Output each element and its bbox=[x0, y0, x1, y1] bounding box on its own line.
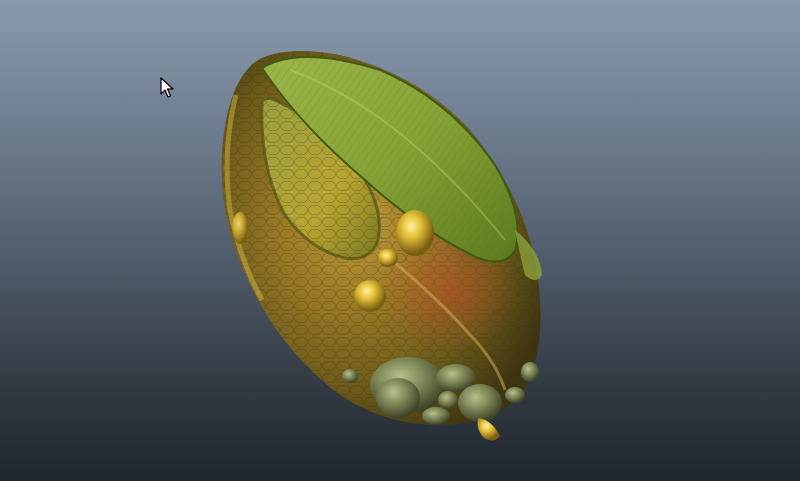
nodule bbox=[342, 369, 358, 383]
nodule bbox=[505, 387, 525, 403]
seed-pod-model[interactable] bbox=[0, 0, 800, 481]
3d-viewport[interactable] bbox=[0, 0, 800, 481]
nodule bbox=[422, 407, 450, 425]
blister bbox=[232, 212, 248, 244]
arrow-cursor-icon bbox=[160, 77, 174, 98]
tip-spike bbox=[477, 418, 500, 441]
nodule bbox=[521, 362, 539, 382]
blister bbox=[354, 280, 386, 312]
blister bbox=[396, 210, 434, 256]
nodule bbox=[458, 384, 502, 422]
blister bbox=[378, 249, 398, 267]
nodule bbox=[438, 391, 458, 409]
nodule bbox=[376, 378, 420, 418]
